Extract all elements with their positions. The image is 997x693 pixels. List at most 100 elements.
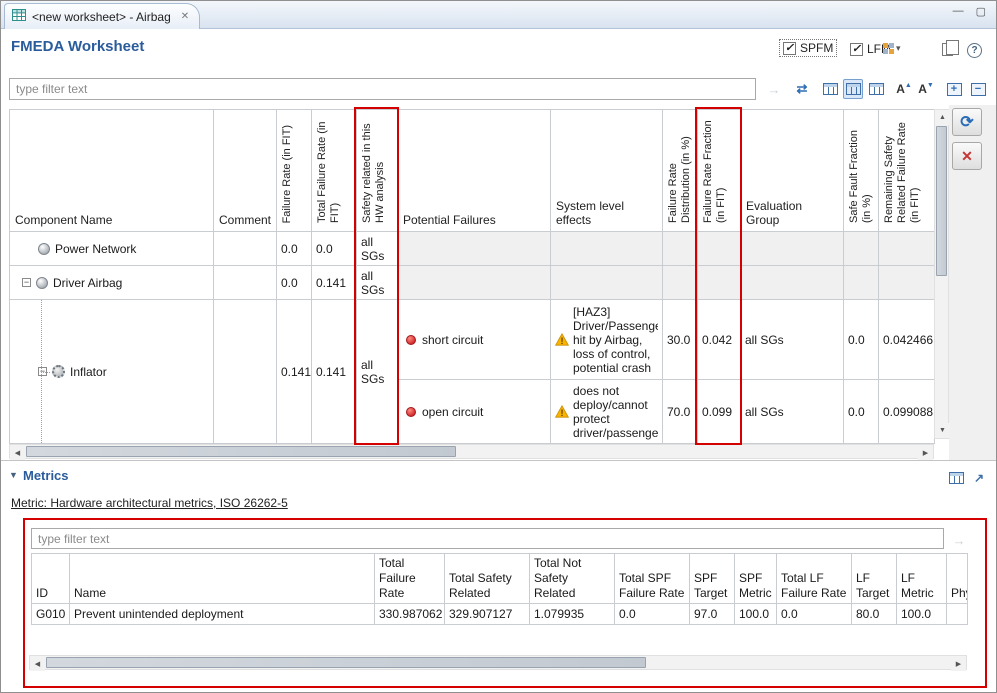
scroll-right-icon[interactable]: ▶ [951, 656, 966, 671]
metrics-col-lf-metric[interactable]: LF Metric [897, 554, 947, 604]
system-effects-cell[interactable]: ! does not deploy/cannot protect driver/… [551, 380, 663, 444]
copy-icon[interactable] [942, 43, 953, 56]
export-table-icon[interactable] [947, 469, 965, 487]
distribution-cell[interactable]: 70.0 [663, 380, 698, 444]
empty-cell[interactable] [698, 266, 741, 300]
col-header-safety-related[interactable]: Safety related in this HW analysis [357, 110, 398, 232]
remaining-rate-cell[interactable]: 0.042466 [879, 300, 935, 380]
metrics-col-spf-metric[interactable]: SPF Metric [735, 554, 777, 604]
export-icon[interactable]: → [764, 79, 784, 99]
auto-resize-columns-icon[interactable] [820, 79, 840, 99]
metrics-id-cell[interactable]: G010 [32, 604, 70, 625]
total-failure-rate-cell[interactable]: 0.141 [312, 300, 357, 444]
system-effects-cell[interactable]: ! [HAZ3] Driver/Passenger hit by Airbag,… [551, 300, 663, 380]
lfm-checkbox-box[interactable]: ✓ [850, 43, 863, 56]
metrics-col-id[interactable]: ID [32, 554, 70, 604]
delete-button[interactable]: ✕ [952, 142, 982, 170]
filter-input[interactable] [9, 78, 756, 100]
show-all-columns-icon[interactable] [866, 79, 886, 99]
comment-cell[interactable] [214, 266, 277, 300]
empty-cell[interactable] [879, 232, 935, 266]
fraction-cell[interactable]: 0.099 [698, 380, 741, 444]
fraction-cell[interactable]: 0.042 [698, 300, 741, 380]
configure-columns-icon[interactable]: ⇄ [792, 79, 812, 99]
col-header-failure-rate[interactable]: Failure Rate (in FIT) [277, 110, 312, 232]
metrics-col-total-failure-rate[interactable]: Total Failure Rate [375, 554, 445, 604]
scroll-left-icon[interactable]: ◀ [10, 445, 25, 460]
component-cell[interactable]: − Driver Airbag [10, 266, 214, 300]
col-header-component-name[interactable]: Component Name [10, 110, 214, 232]
spfm-checkbox[interactable]: ✓ SPFM [780, 40, 836, 56]
help-icon[interactable]: ? [967, 43, 982, 58]
metrics-total-failure-rate-cell[interactable]: 330.987062 [375, 604, 445, 625]
metrics-export-icon[interactable]: → [949, 530, 969, 550]
safety-related-cell[interactable]: all SGs [357, 266, 398, 300]
metrics-col-total-lf-failure-rate[interactable]: Total LF Failure Rate [777, 554, 852, 604]
chevron-down-icon[interactable]: ▾ [896, 43, 901, 54]
col-header-safe-fault-fraction[interactable]: Safe Fault Fraction (in %) [844, 110, 879, 232]
safety-related-cell[interactable]: all SGs [357, 300, 398, 444]
empty-cell[interactable] [741, 266, 844, 300]
component-cell[interactable]: − Inflator [10, 300, 214, 444]
expand-all-icon[interactable]: + [944, 79, 964, 99]
metrics-horizontal-scrollbar[interactable]: ◀ ▶ [29, 655, 967, 670]
col-header-failure-rate-distribution[interactable]: Failure Rate Distribution (in %) [663, 110, 698, 232]
evaluation-group-cell[interactable]: all SGs [741, 300, 844, 380]
evaluation-group-cell[interactable]: all SGs [741, 380, 844, 444]
metrics-col-spf-target[interactable]: SPF Target [690, 554, 735, 604]
potential-failure-cell[interactable]: short circuit [398, 300, 551, 380]
col-header-failure-rate-fraction[interactable]: Failure Rate Fraction (in FIT) [698, 110, 741, 232]
scroll-down-icon[interactable]: ▼ [935, 423, 950, 438]
col-header-evaluation-group[interactable]: Evaluation Group [741, 110, 844, 232]
spfm-checkbox-box[interactable]: ✓ [783, 42, 796, 55]
metrics-col-total-safety-related[interactable]: Total Safety Related [445, 554, 530, 604]
distribution-cell[interactable]: 30.0 [663, 300, 698, 380]
component-cell[interactable]: Power Network [10, 232, 214, 266]
metrics-filter-input[interactable] [31, 528, 944, 549]
empty-cell[interactable] [844, 266, 879, 300]
empty-cell[interactable] [551, 266, 663, 300]
safe-fault-fraction-cell[interactable]: 0.0 [844, 300, 879, 380]
col-header-system-level-effects[interactable]: System level effects [551, 110, 663, 232]
empty-cell[interactable] [698, 232, 741, 266]
pack-columns-icon[interactable] [843, 79, 863, 99]
safe-fault-fraction-cell[interactable]: 0.0 [844, 380, 879, 444]
maximize-icon[interactable]: ▢ [976, 5, 986, 18]
col-header-total-failure-rate[interactable]: Total Failure Rate (in FIT) [312, 110, 357, 232]
failure-rate-cell[interactable]: 0.141 [277, 300, 312, 444]
metrics-section-title[interactable]: Metrics [23, 468, 69, 483]
col-header-potential-failures[interactable]: Potential Failures [398, 110, 551, 232]
empty-cell[interactable] [663, 266, 698, 300]
metrics-lf-metric-cell[interactable]: 100.0 [897, 604, 947, 625]
table-vertical-scrollbar[interactable]: ▲ ▼ [934, 109, 949, 439]
comment-cell[interactable] [214, 300, 277, 444]
editor-tab[interactable]: <new worksheet> - Airbag ✕ [4, 3, 200, 29]
open-external-icon[interactable]: ↗ [970, 469, 988, 487]
metrics-col-lf-target[interactable]: LF Target [852, 554, 897, 604]
empty-cell[interactable] [551, 232, 663, 266]
metrics-name-cell[interactable]: Prevent unintended deployment [70, 604, 375, 625]
font-decrease-icon[interactable]: A▼ [916, 79, 936, 99]
empty-cell[interactable] [663, 232, 698, 266]
horizontal-scroll-thumb[interactable] [26, 446, 456, 457]
potential-failure-cell[interactable]: open circuit [398, 380, 551, 444]
font-increase-icon[interactable]: A▲ [894, 79, 914, 99]
empty-cell[interactable] [741, 232, 844, 266]
comment-cell[interactable] [214, 232, 277, 266]
row-driver-airbag[interactable]: − Driver Airbag 0.0 0.141 all SGs [10, 266, 935, 300]
collapse-all-icon[interactable]: − [968, 79, 988, 99]
metrics-scroll-thumb[interactable] [46, 657, 646, 668]
metrics-col-total-not-safety-related[interactable]: Total Not Safety Related [530, 554, 615, 604]
empty-cell[interactable] [844, 232, 879, 266]
metrics-spf-metric-cell[interactable]: 100.0 [735, 604, 777, 625]
total-failure-rate-cell[interactable]: 0.0 [312, 232, 357, 266]
empty-cell[interactable] [398, 232, 551, 266]
tab-close-icon[interactable]: ✕ [181, 11, 189, 22]
scroll-left-icon[interactable]: ◀ [30, 656, 45, 671]
remaining-rate-cell[interactable]: 0.099088 [879, 380, 935, 444]
metrics-row-g010[interactable]: G010 Prevent unintended deployment 330.9… [32, 604, 968, 625]
metrics-col-total-spf-failure-rate[interactable]: Total SPF Failure Rate [615, 554, 690, 604]
scroll-right-icon[interactable]: ▶ [918, 445, 933, 460]
metrics-total-not-safety-related-cell[interactable]: 1.079935 [530, 604, 615, 625]
collapse-triangle-icon[interactable]: ▼ [9, 470, 18, 480]
